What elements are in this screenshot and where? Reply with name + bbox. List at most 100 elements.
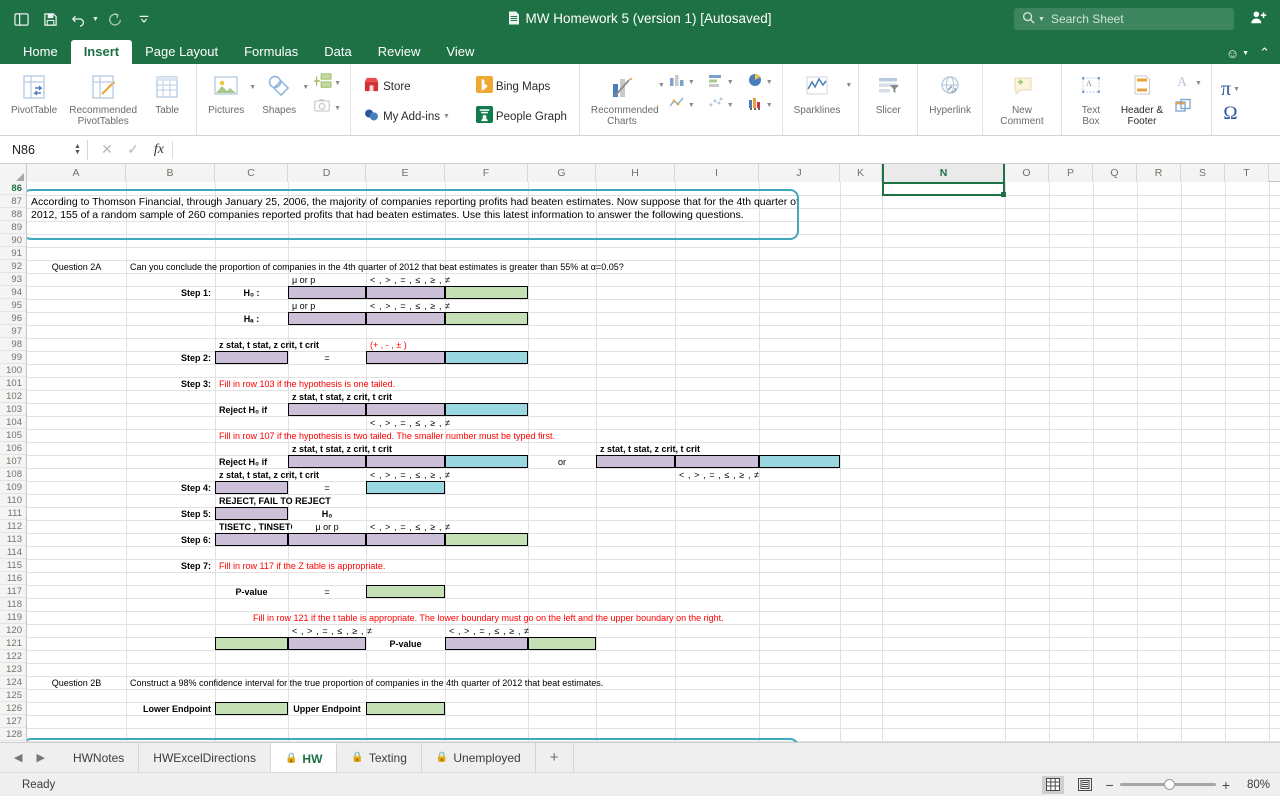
column-header-p[interactable]: P: [1049, 164, 1093, 182]
row-header-112[interactable]: 112: [0, 520, 26, 533]
cell-upper-endpoint-label[interactable]: Upper Endpoint: [288, 702, 366, 715]
row-header-115[interactable]: 115: [0, 559, 26, 572]
smiley-dropdown-caret[interactable]: ▼: [1242, 50, 1249, 57]
sheet-tab-hw[interactable]: 🔒 HW: [270, 743, 338, 772]
cell-fill-step5-decision[interactable]: [215, 507, 288, 520]
bing-maps-button[interactable]: Bing Maps: [470, 72, 573, 102]
row-header-100[interactable]: 100: [0, 364, 26, 377]
cell-step6-mu-or-p-header[interactable]: μ or p: [288, 520, 366, 533]
row-header-88[interactable]: 88: [0, 208, 26, 221]
combo-chart-dropdown-caret[interactable]: ▼: [766, 102, 773, 109]
cell-step3-or[interactable]: or: [528, 455, 596, 468]
sheet-tab-hwexceldirections[interactable]: HWExcelDirections: [139, 743, 271, 772]
column-header-h[interactable]: H: [596, 164, 675, 182]
share-person-icon[interactable]: [1250, 9, 1268, 30]
ribbon-tab-review[interactable]: Review: [365, 40, 434, 64]
formula-input[interactable]: [171, 140, 1280, 159]
slicer-button[interactable]: Slicer: [865, 68, 911, 118]
cell-step3-note-one-tailed[interactable]: Fill in row 103 if the hypothesis is one…: [219, 377, 619, 390]
column-header-j[interactable]: J: [759, 164, 840, 182]
recommended-charts-button[interactable]: Recommended Charts: [586, 68, 659, 129]
shapes-button[interactable]: Shapes: [256, 68, 302, 118]
collapse-ribbon-icon[interactable]: ⌃: [1259, 45, 1270, 61]
column-header-n[interactable]: N: [882, 164, 1005, 182]
cell-step7-note-t[interactable]: Fill in row 121 if the t table is approp…: [253, 611, 873, 624]
cell-question-2a-text[interactable]: Can you conclude the proportion of compa…: [130, 260, 830, 273]
scatter-chart-button[interactable]: ▼: [704, 94, 737, 116]
row-header-120[interactable]: 120: [0, 624, 26, 637]
cell-fill-step6-tisetc[interactable]: [215, 533, 288, 546]
cell-fill-step3-twotail-left-stat[interactable]: [288, 455, 366, 468]
pivottable-button[interactable]: PivotTable: [6, 68, 62, 118]
column-header-c[interactable]: C: [215, 164, 288, 182]
insert-function-icon[interactable]: fx: [146, 142, 172, 158]
column-header-d[interactable]: D: [288, 164, 366, 182]
header-footer-button[interactable]: Header & Footer: [1114, 68, 1170, 129]
cell-fill-step4-stat[interactable]: [215, 481, 288, 494]
cell-fill-upper-endpoint[interactable]: [366, 702, 445, 715]
cell-step6-tisetc-header[interactable]: TISETC , TINSETC: [219, 520, 292, 533]
ribbon-tab-home[interactable]: Home: [10, 40, 71, 64]
select-all-corner[interactable]: [0, 164, 27, 182]
cell-pvalue-t-upper-operators-header[interactable]: < , > , = , ≤ , ≥ , ≠: [449, 624, 529, 637]
cell-fill-step3-onetail-stat[interactable]: [288, 403, 366, 416]
row-header-106[interactable]: 106: [0, 442, 26, 455]
name-box[interactable]: N86: [8, 140, 70, 160]
column-header-b[interactable]: B: [126, 164, 215, 182]
column-header-e[interactable]: E: [366, 164, 445, 182]
cell-step3-twotail-left-operators-header[interactable]: < , > , = , ≤ , ≥ , ≠: [370, 468, 450, 481]
cell-pvalue-label-t[interactable]: P-value: [366, 637, 445, 650]
store-button[interactable]: Store: [357, 72, 456, 102]
cell-fill-ha-subject[interactable]: [288, 312, 366, 325]
cell-step3-twotail-right-stat-header[interactable]: z stat, t stat, z crit, t crit: [600, 442, 750, 455]
cell-step1-label[interactable]: Step 1:: [126, 286, 211, 299]
ribbon-tab-page-layout[interactable]: Page Layout: [132, 40, 231, 64]
search-sheet-box[interactable]: ▼ Search Sheet: [1014, 8, 1234, 30]
sidebar-toggle-icon[interactable]: [8, 6, 34, 32]
row-header-104[interactable]: 104: [0, 416, 26, 429]
cell-pvalue-label-z[interactable]: P-value: [215, 585, 288, 598]
cell-fill-h0-operator[interactable]: [366, 286, 445, 299]
cell-step2-equals[interactable]: =: [288, 351, 366, 364]
cell-fill-lower-endpoint[interactable]: [215, 702, 288, 715]
cell-step2-stat-header[interactable]: z stat, t stat, z crit, t crit: [219, 338, 369, 351]
line-chart-button[interactable]: ▼: [665, 94, 698, 116]
column-header-s[interactable]: S: [1181, 164, 1225, 182]
column-header-k[interactable]: K: [840, 164, 882, 182]
row-header-110[interactable]: 110: [0, 494, 26, 507]
smiley-feedback-icon[interactable]: ☺: [1226, 46, 1239, 61]
normal-view-icon[interactable]: [1041, 775, 1064, 794]
column-chart-button[interactable]: ▼: [665, 71, 698, 94]
cell-ha-mu-or-p-header[interactable]: μ or p: [292, 299, 366, 312]
pie-chart-dropdown-caret[interactable]: ▼: [766, 79, 773, 86]
sparklines-dropdown-caret[interactable]: ▼: [845, 68, 852, 89]
cell-step4-label[interactable]: Step 4:: [126, 481, 211, 494]
row-header-103[interactable]: 103: [0, 403, 26, 416]
page-layout-view-icon[interactable]: [1074, 776, 1096, 794]
row-header-97[interactable]: 97: [0, 325, 26, 338]
row-header-105[interactable]: 105: [0, 429, 26, 442]
shapes-dropdown-caret[interactable]: ▼: [302, 68, 309, 91]
cell-step5-decision-header[interactable]: REJECT, FAIL TO REJECT: [219, 494, 399, 507]
cell-pvalue-t-lower-operators-header[interactable]: < , > , = , ≤ , ≥ , ≠: [292, 624, 372, 637]
sheet-next-icon[interactable]: ▶: [36, 751, 44, 764]
row-header-113[interactable]: 113: [0, 533, 26, 546]
sheet-tab-texting[interactable]: 🔒 Texting: [337, 743, 422, 772]
cell-step3-onetail-stat-header[interactable]: z stat, t stat, z crit, t crit: [292, 390, 442, 403]
cell-area[interactable]: According to Thomson Financial, through …: [27, 182, 1280, 742]
recommended-charts-dropdown-caret[interactable]: ▼: [658, 68, 665, 89]
undo-dropdown-caret[interactable]: ▼: [92, 16, 99, 23]
cell-step4-stat-header[interactable]: z stat, t stat, z crit, t crit: [219, 468, 369, 481]
hyperlink-button[interactable]: Hyperlink: [924, 68, 976, 118]
scatter-chart-dropdown-caret[interactable]: ▼: [727, 102, 734, 109]
cell-fill-step3-twotail-right-value[interactable]: [759, 455, 840, 468]
cell-fill-step2-stat[interactable]: [215, 351, 288, 364]
sparklines-button[interactable]: Sparklines: [789, 68, 846, 118]
cell-step2-label[interactable]: Step 2:: [126, 351, 211, 364]
cell-fill-step2-value[interactable]: [445, 351, 528, 364]
cell-fill-ha-operator[interactable]: [366, 312, 445, 325]
my-addins-dropdown-caret[interactable]: ▼: [443, 113, 450, 120]
cell-question-2a-label[interactable]: Question 2A: [27, 260, 126, 273]
cell-step3-twotail-right-operators-header[interactable]: < , > , = , ≤ , ≥ , ≠: [679, 468, 759, 481]
enter-formula-icon[interactable]: ✓: [120, 141, 146, 158]
